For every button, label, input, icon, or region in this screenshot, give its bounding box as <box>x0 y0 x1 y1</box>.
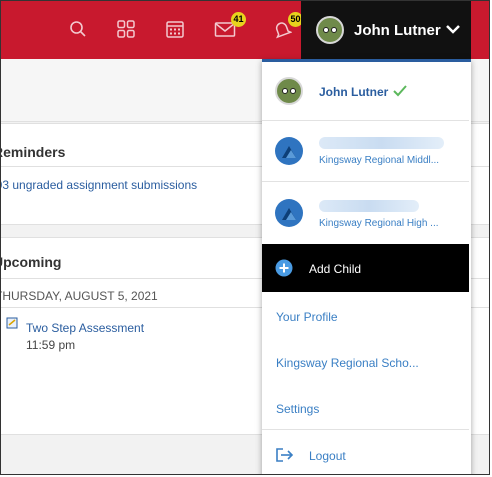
assignment-due-time: 11:59 pm <box>26 338 76 352</box>
your-profile-link[interactable]: Your Profile <box>276 310 338 324</box>
notifications-button[interactable]: 50 <box>267 12 303 44</box>
child-name-redacted <box>319 137 444 149</box>
child-school: Kingsway Regional High ... <box>319 218 439 229</box>
child-name-redacted <box>319 200 419 212</box>
upcoming-date: THURSDAY, AUGUST 5, 2021 <box>0 289 158 303</box>
current-user-item[interactable]: John Lutner <box>262 62 469 120</box>
school-link[interactable]: Kingsway Regional Scho... <box>276 356 419 370</box>
user-name: John Lutner <box>354 21 441 39</box>
logout-icon <box>276 448 294 462</box>
plus-circle-icon <box>275 259 293 277</box>
messages-button[interactable]: 41 <box>210 12 246 44</box>
add-child-button[interactable]: Add Child <box>262 244 469 292</box>
search-button[interactable] <box>63 14 93 44</box>
user-dropdown-menu: John Lutner Kingsway Regional Middl... K… <box>262 59 471 474</box>
avatar <box>275 77 303 105</box>
mail-count-badge: 41 <box>231 12 246 27</box>
settings-link[interactable]: Settings <box>276 402 319 416</box>
calendar-button[interactable] <box>160 14 190 44</box>
child-account-item[interactable]: Kingsway Regional Middl... <box>262 121 469 181</box>
child-avatar <box>275 199 303 227</box>
reminders-title: Reminders <box>0 144 66 160</box>
child-avatar <box>275 137 303 165</box>
add-child-label: Add Child <box>309 262 362 276</box>
logout-label: Logout <box>309 449 346 463</box>
upcoming-title: Upcoming <box>1 254 62 270</box>
child-school: Kingsway Regional Middl... <box>319 155 440 166</box>
calendar-icon <box>166 21 184 38</box>
apps-grid-icon <box>117 20 135 38</box>
child-account-item[interactable]: Kingsway Regional High ... <box>262 182 469 244</box>
app-window: 41 50 John Lutner Reminders 103 ungraded… <box>0 0 490 475</box>
assignment-link[interactable]: Two Step Assessment <box>26 321 144 335</box>
current-user-name: John Lutner <box>319 85 389 99</box>
logout-button[interactable]: Logout <box>262 430 469 474</box>
apps-button[interactable] <box>111 14 141 44</box>
assignment-icon <box>6 317 18 329</box>
top-navigation-bar: 41 50 John Lutner <box>1 1 489 59</box>
user-menu-button[interactable]: John Lutner <box>301 1 471 59</box>
search-icon <box>70 21 86 37</box>
chevron-down-icon <box>446 25 460 34</box>
checkmark-icon <box>393 85 407 97</box>
reminder-item-link[interactable]: 103 ungraded assignment submissions <box>1 178 197 192</box>
avatar <box>316 16 344 44</box>
